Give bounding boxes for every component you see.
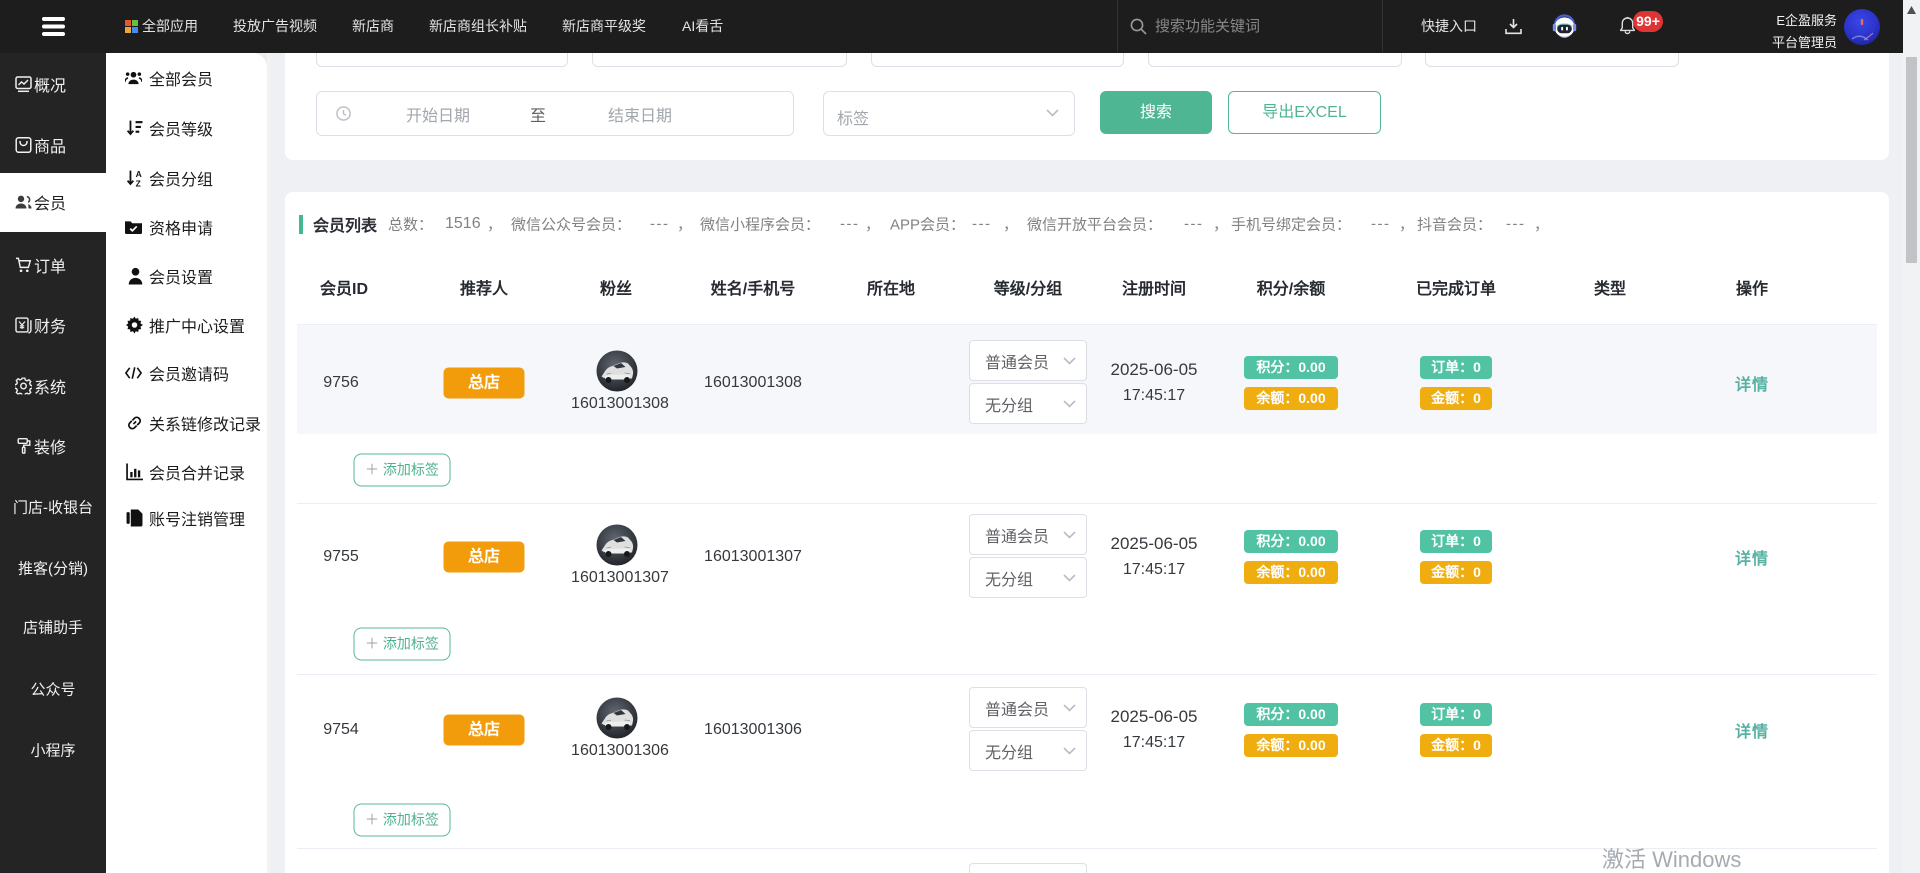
- svg-text:Z: Z: [136, 179, 141, 187]
